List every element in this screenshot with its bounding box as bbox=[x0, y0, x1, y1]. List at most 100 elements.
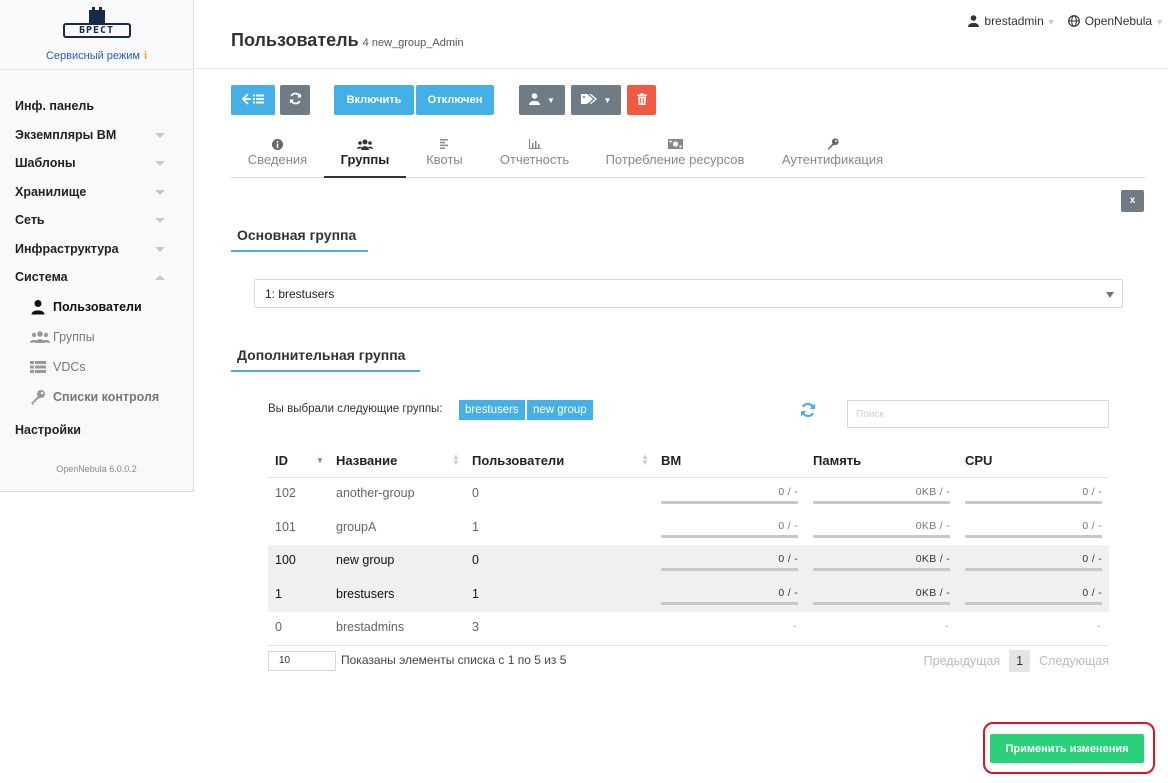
sidebar-item-groups[interactable]: Группы bbox=[0, 322, 193, 352]
sidebar: БРЕСТ Сервисный режим i Инф. панель Экзем… bbox=[0, 0, 194, 492]
column-header-memory[interactable]: Память bbox=[813, 453, 861, 468]
vm-quota-bar: 0 / - bbox=[661, 587, 798, 605]
groups-table: ID ▼ Название ▲ ▼ Пользователи ▲ ▼ ВМ Памя… bbox=[268, 445, 1109, 646]
page-title: Пользователь 4 new_group_Admin bbox=[231, 30, 464, 50]
table-row[interactable]: 102 another-group 0 0 / - 0KB / - 0 / - bbox=[268, 478, 1109, 512]
labels-dropdown[interactable]: ▼ bbox=[571, 85, 621, 115]
info-icon bbox=[231, 136, 324, 152]
sidebar-item-dashboard[interactable]: Инф. панель bbox=[0, 92, 193, 121]
tab-authentication[interactable]: Аутентификация bbox=[764, 136, 901, 178]
globe-icon bbox=[1067, 15, 1080, 30]
top-right-menu: brestadmin ▼ OpenNebula ▼ bbox=[968, 14, 1164, 30]
primary-group-value: 1: brestusers bbox=[265, 287, 335, 301]
chosen-group-tag[interactable]: new group bbox=[527, 400, 593, 420]
next-page-button[interactable]: Следующая bbox=[1039, 654, 1109, 668]
sidebar-item-network[interactable]: Сеть bbox=[0, 206, 193, 235]
table-header: ID ▼ Название ▲ ▼ Пользователи ▲ ▼ ВМ Памя… bbox=[268, 445, 1109, 478]
user-menu[interactable]: brestadmin ▼ bbox=[968, 14, 1056, 30]
tab-quotas[interactable]: Квоты bbox=[406, 136, 483, 178]
tab-accounting[interactable]: Отчетность bbox=[483, 136, 586, 178]
column-header-cpu[interactable]: CPU bbox=[965, 453, 992, 468]
zone-menu[interactable]: OpenNebula ▼ bbox=[1067, 14, 1164, 30]
column-header-name[interactable]: Название bbox=[336, 453, 397, 468]
table-row[interactable]: 0 brestadmins 3 - - - bbox=[268, 612, 1109, 646]
cell-id: 1 bbox=[275, 586, 282, 601]
user-icon bbox=[529, 92, 541, 108]
cell-users: 0 bbox=[472, 553, 479, 567]
search-input[interactable] bbox=[847, 400, 1109, 428]
cell-id: 102 bbox=[275, 486, 296, 500]
tags-icon bbox=[580, 93, 598, 108]
caret-down-icon: ▼ bbox=[547, 95, 555, 105]
memory-quota-bar: 0KB / - bbox=[813, 520, 950, 538]
previous-page-button[interactable]: Предыдущая bbox=[924, 654, 1000, 668]
page-number-button[interactable]: 1 bbox=[1009, 650, 1031, 672]
page-size-select[interactable]: 10 bbox=[268, 651, 336, 671]
cpu-quota-bar: 0 / - bbox=[965, 553, 1102, 571]
chevron-up-icon bbox=[155, 275, 165, 280]
cpu-quota-bar: 0 / - bbox=[965, 520, 1102, 538]
table-row-selected[interactable]: 100 new group 0 0 / - 0KB / - 0 / - bbox=[268, 545, 1109, 579]
cell-id: 0 bbox=[275, 620, 282, 634]
vm-quota-bar: 0 / - bbox=[661, 486, 798, 504]
primary-group-title: Основная группа bbox=[231, 227, 368, 252]
cell-name: brestusers bbox=[336, 586, 395, 601]
column-header-users[interactable]: Пользователи bbox=[472, 453, 564, 468]
chosen-groups-label: Вы выбрали следующие группы: bbox=[268, 403, 443, 415]
delete-button[interactable] bbox=[627, 85, 656, 115]
caret-down-icon: ▼ bbox=[1046, 17, 1056, 27]
memory-quota-bar: 0KB / - bbox=[813, 553, 950, 571]
version-label: OpenNebula 6.0.0.2 bbox=[56, 464, 137, 474]
brest-logo[interactable]: БРЕСТ bbox=[62, 7, 131, 44]
chevron-down-icon bbox=[155, 132, 165, 138]
user-actions-dropdown[interactable]: ▼ bbox=[519, 85, 565, 115]
cell-cpu: - bbox=[1097, 620, 1101, 632]
info-icon[interactable]: i bbox=[144, 50, 147, 62]
vm-quota-bar: 0 / - bbox=[661, 520, 798, 538]
table-row[interactable]: 101 groupA 1 0 / - 0KB / - 0 / - bbox=[268, 512, 1109, 546]
sidebar-item-templates[interactable]: Шаблоны bbox=[0, 149, 193, 178]
sidebar-item-vms[interactable]: Экземпляры ВМ bbox=[0, 121, 193, 150]
refresh-icon[interactable] bbox=[800, 402, 816, 423]
primary-group-select[interactable]: 1: brestusers bbox=[254, 279, 1123, 308]
tab-groups[interactable]: Группы bbox=[324, 136, 406, 178]
sidebar-item-acls[interactable]: Списки контроля bbox=[0, 382, 193, 412]
cell-users: 1 bbox=[472, 519, 479, 534]
back-button[interactable] bbox=[231, 85, 275, 115]
cell-name: brestadmins bbox=[336, 620, 405, 634]
column-header-vms[interactable]: ВМ bbox=[661, 453, 681, 468]
tab-info[interactable]: Сведения bbox=[231, 136, 324, 178]
chevron-down-icon bbox=[1106, 292, 1114, 298]
service-mode-label: Сервисный режим i bbox=[45, 50, 148, 62]
enable-button[interactable]: Включить bbox=[334, 85, 414, 115]
refresh-button[interactable] bbox=[280, 85, 310, 115]
cell-memory: - bbox=[945, 620, 949, 632]
cpu-quota-bar: 0 / - bbox=[965, 486, 1102, 504]
pagination: Предыдущая 1 Следующая bbox=[924, 650, 1109, 672]
cell-vms: - bbox=[793, 620, 797, 632]
column-header-id[interactable]: ID bbox=[275, 453, 288, 468]
sidebar-item-vdcs[interactable]: VDCs bbox=[0, 352, 193, 382]
sidebar-item-system[interactable]: Система bbox=[0, 263, 193, 292]
memory-quota-bar: 0KB / - bbox=[813, 486, 950, 504]
back-list-icon bbox=[241, 92, 264, 108]
sidebar-item-settings[interactable]: Настройки bbox=[0, 416, 193, 445]
bar-chart-icon bbox=[483, 136, 586, 152]
table-row-selected[interactable]: 1 brestusers 1 0 / - 0KB / - 0 / - bbox=[268, 578, 1109, 612]
chevron-down-icon bbox=[155, 218, 165, 223]
shown-entries-label: Показаны элементы списка с 1 по 5 из 5 bbox=[341, 653, 567, 667]
header-divider bbox=[194, 68, 1168, 69]
sidebar-item-infrastructure[interactable]: Инфраструктура bbox=[0, 235, 193, 264]
user-icon bbox=[968, 15, 980, 30]
align-left-icon bbox=[406, 136, 483, 152]
users-icon bbox=[324, 136, 406, 152]
close-button[interactable]: x bbox=[1121, 190, 1144, 212]
chosen-group-tag[interactable]: brestusers bbox=[459, 400, 525, 420]
sidebar-item-storage[interactable]: Хранилище bbox=[0, 178, 193, 207]
tab-showback[interactable]: Потребление ресурсов bbox=[586, 136, 764, 178]
sort-desc-icon: ▼ bbox=[316, 456, 324, 465]
memory-quota-bar: 0KB / - bbox=[813, 587, 950, 605]
sidebar-item-users[interactable]: Пользователи bbox=[0, 292, 193, 322]
apply-changes-button[interactable]: Применить изменения bbox=[990, 734, 1144, 763]
disable-button[interactable]: Отключен bbox=[416, 85, 494, 115]
